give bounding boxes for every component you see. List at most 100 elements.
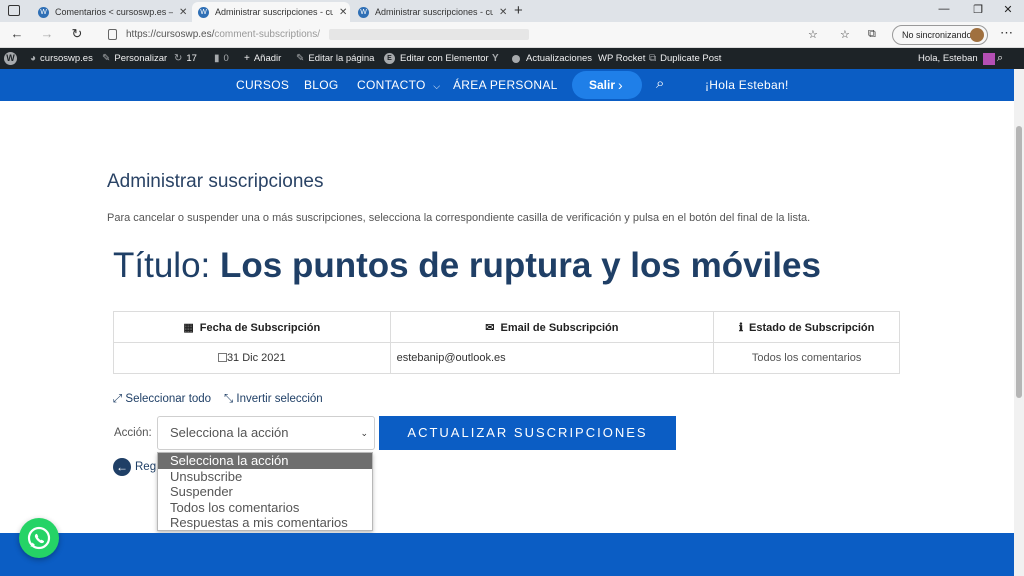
nav-item-contacto[interactable]: CONTACTO ⌵ xyxy=(357,78,440,92)
collections-icon[interactable]: ⧉ xyxy=(868,28,876,41)
browser-tab-active[interactable]: W Administrar suscripciones - curs ✕ xyxy=(192,2,350,22)
site-favicon-icon: W xyxy=(358,6,369,18)
instructions-text: Para cancelar o suspender una o más susc… xyxy=(107,212,811,224)
back-icon[interactable]: ← xyxy=(8,26,26,41)
forward-icon[interactable]: → xyxy=(38,26,56,41)
account-link[interactable]: Hola, Esteban xyxy=(918,48,995,69)
close-tab-icon[interactable]: ✕ xyxy=(179,7,187,18)
greeting-text: ¡Hola Esteban! xyxy=(705,78,789,92)
favorites-list-icon[interactable]: ☆ xyxy=(840,28,850,41)
logout-label: Salir xyxy=(589,78,616,92)
table-row: 31 Dic 2021 estebanip@outlook.es Todos l… xyxy=(113,342,900,374)
yoast-seo-icon[interactable]: Y xyxy=(492,48,503,69)
updates-link[interactable]: Actualizaciones xyxy=(512,48,592,69)
select-all-label: Seleccionar todo xyxy=(125,393,212,405)
elementor-icon: E xyxy=(384,53,395,64)
close-window-icon[interactable]: ✕ xyxy=(994,3,1022,16)
profile-avatar xyxy=(970,28,984,42)
search-icon[interactable]: ⌕ xyxy=(656,75,665,92)
url-host: https://cursoswp.es/ xyxy=(126,29,215,40)
update-subscriptions-button[interactable]: ACTUALIZAR SUSCRIPCIONES xyxy=(379,416,676,450)
page-heading: Administrar suscripciones xyxy=(107,171,324,192)
whatsapp-chat-button[interactable] xyxy=(19,518,59,558)
email-header-label: Email de Subscripción xyxy=(500,321,619,334)
dropdown-option[interactable]: Respuestas a mis comentarios xyxy=(158,515,372,531)
email-column-header: ✉ Email de Subscripción xyxy=(389,311,715,343)
admin-search-icon[interactable]: ⌕ xyxy=(997,48,1003,69)
minimize-icon[interactable]: — xyxy=(930,3,958,15)
admin-site-link[interactable]: ◕ cursoswp.es xyxy=(30,48,93,69)
edit-page-label: Editar la página xyxy=(308,53,375,64)
footer-band xyxy=(0,533,1014,576)
close-tab-icon[interactable]: ✕ xyxy=(339,7,347,18)
compress-arrows-icon: ⤡ xyxy=(224,393,234,405)
post-title-name: Los puntos de ruptura y los móviles xyxy=(220,246,821,285)
new-content-link[interactable]: + Añadir xyxy=(244,48,281,69)
new-label: Añadir xyxy=(253,53,282,64)
dropdown-option[interactable]: Suspender xyxy=(158,484,372,500)
select-all-link[interactable]: ⤢ Seleccionar todo xyxy=(113,393,211,406)
site-favicon-icon: W xyxy=(198,6,209,18)
invert-selection-label: Invertir selección xyxy=(236,393,323,405)
duplicate-post-link[interactable]: ⧉ Duplicate Post xyxy=(649,48,721,69)
dropdown-option[interactable]: Unsubscribe xyxy=(158,469,372,485)
favorite-star-icon[interactable]: ☆ xyxy=(808,28,818,41)
duplicate-icon: ⧉ xyxy=(649,53,657,64)
whatsapp-icon xyxy=(27,526,51,550)
updates-count-link[interactable]: ↻ 17 xyxy=(174,48,197,69)
calendar-icon: ▦ xyxy=(183,321,194,334)
edit-page-link[interactable]: ✎ Editar la página xyxy=(296,48,374,69)
yoast-glyph: Y xyxy=(492,53,499,64)
duplicate-label: Duplicate Post xyxy=(660,53,722,64)
subscriptions-table: ▦ Fecha de Subscripción ✉ Email de Subscri… xyxy=(113,311,900,374)
arrow-left-circle-icon: ← xyxy=(113,458,131,476)
updates-label: Actualizaciones xyxy=(526,53,593,64)
dropdown-option[interactable]: Todos los comentarios xyxy=(158,500,372,516)
subscription-checkbox[interactable] xyxy=(217,353,227,362)
address-toolbar: ← → ↻ https://cursoswp.es/comment-subscr… xyxy=(0,22,1024,48)
status-cell: Todos los comentarios xyxy=(713,342,900,374)
wp-rocket-link[interactable]: WP Rocket xyxy=(598,48,645,69)
invert-selection-link[interactable]: ⤡ Invertir selección xyxy=(224,393,323,406)
profile-sync-button[interactable]: No sincronizando xyxy=(892,25,988,45)
restore-icon[interactable]: ❐ xyxy=(964,3,992,16)
action-dropdown-list: Selecciona la acción Unsubscribe Suspend… xyxy=(157,452,373,531)
nav-item-cursos[interactable]: CURSOS xyxy=(236,78,289,92)
post-title-prefix: Título: xyxy=(113,246,211,285)
chevron-down-icon: ⌵ xyxy=(433,81,441,91)
customize-label: Personalizar xyxy=(114,53,168,64)
back-link[interactable]: ← Reg xyxy=(113,458,156,476)
address-field[interactable]: https://cursoswp.es/comment-subscription… xyxy=(100,26,830,44)
new-tab-icon[interactable]: + xyxy=(514,2,523,19)
updates-count: 17 xyxy=(186,53,197,64)
browser-tab[interactable]: W Administrar suscripciones - curs ✕ xyxy=(352,2,510,22)
wp-rocket-label: WP Rocket xyxy=(598,53,646,64)
edit-elementor-label: Editar con Elementor xyxy=(400,53,489,64)
action-selected-value: Selecciona la acción xyxy=(170,425,289,440)
reload-icon[interactable]: ↻ xyxy=(68,26,86,42)
site-favicon-icon: W xyxy=(38,6,49,18)
nav-item-blog[interactable]: BLOG xyxy=(304,78,339,92)
table-header-row: ▦ Fecha de Subscripción ✉ Email de Subscri… xyxy=(113,311,900,343)
tab-title: Administrar suscripciones - curs xyxy=(375,7,493,17)
pencil-icon: ✎ xyxy=(296,53,305,64)
logout-button[interactable]: Salir › xyxy=(572,71,642,99)
close-tab-icon[interactable]: ✕ xyxy=(499,7,507,18)
url-redacted xyxy=(328,28,529,40)
dropdown-option[interactable]: Selecciona la acción xyxy=(158,453,372,469)
chevron-right-icon: › xyxy=(618,77,623,93)
comments-link[interactable]: ▮ 0 xyxy=(214,48,229,69)
nav-item-area-personal[interactable]: ÁREA PERSONAL xyxy=(453,78,558,92)
tab-actions-icon[interactable] xyxy=(8,5,20,16)
browser-tab[interactable]: W Comentarios < cursoswp.es — V ✕ xyxy=(32,2,190,22)
customize-link[interactable]: ✎ Personalizar xyxy=(102,48,167,69)
date-cell: 31 Dic 2021 xyxy=(113,342,391,374)
action-select[interactable]: Selecciona la acción ⌄ xyxy=(157,416,375,450)
page-scrollbar-thumb[interactable] xyxy=(1016,126,1022,398)
wordpress-logo-icon[interactable]: W xyxy=(4,48,17,69)
brush-icon: ✎ xyxy=(102,53,111,64)
edit-elementor-link[interactable]: E Editar con Elementor xyxy=(384,48,489,69)
plus-icon: + xyxy=(244,53,250,64)
back-label: Reg xyxy=(135,461,157,473)
more-menu-icon[interactable]: ⋯ xyxy=(1000,25,1013,41)
